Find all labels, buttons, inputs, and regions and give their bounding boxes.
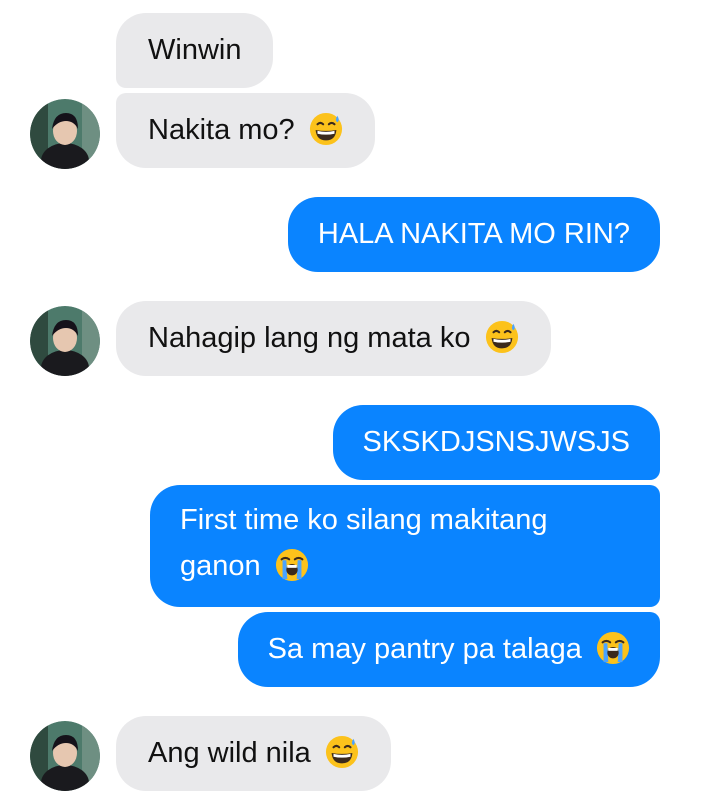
sweat-smile-emoji-icon [325,735,358,768]
message-bubble-incoming[interactable]: Winwin [116,13,274,88]
message-text: SKSKDJSNSJWSJS [362,426,631,458]
message-bubble-outgoing[interactable]: SKSKDJSNSJWSJS [332,405,660,480]
message-bubble-incoming[interactable]: Nakita mo? [116,93,375,168]
avatar-photo-icon [30,721,100,791]
message-text: First time ko silang makitang ganon [180,504,548,582]
message-bubble-incoming[interactable]: Nahagip lang ng mata ko [116,301,551,376]
loudly-crying-emoji-icon [275,548,308,581]
message-bubble-outgoing[interactable]: Sa may pantry pa talaga [237,612,660,687]
message-text: Ang wild nila [148,737,311,769]
contact-avatar[interactable] [30,721,100,791]
message-text: Sa may pantry pa talaga [267,633,582,665]
contact-avatar[interactable] [30,99,100,169]
avatar-photo-icon [30,99,100,169]
sweat-smile-emoji-icon [485,320,518,353]
message-text: Nahagip lang ng mata ko [148,322,471,354]
message-text: HALA NAKITA MO RIN? [317,218,630,250]
message-text: Nakita mo? [148,114,295,146]
sweat-smile-emoji-icon [309,112,342,145]
avatar-photo-icon [30,306,100,376]
message-bubble-incoming[interactable]: Ang wild nila [116,716,391,791]
message-bubble-outgoing[interactable]: HALA NAKITA MO RIN? [287,197,660,272]
message-text: Winwin [148,34,242,66]
contact-avatar[interactable] [30,306,100,376]
message-bubble-outgoing[interactable]: First time ko silang makitang ganon [150,485,660,607]
loudly-crying-emoji-icon [596,631,630,664]
